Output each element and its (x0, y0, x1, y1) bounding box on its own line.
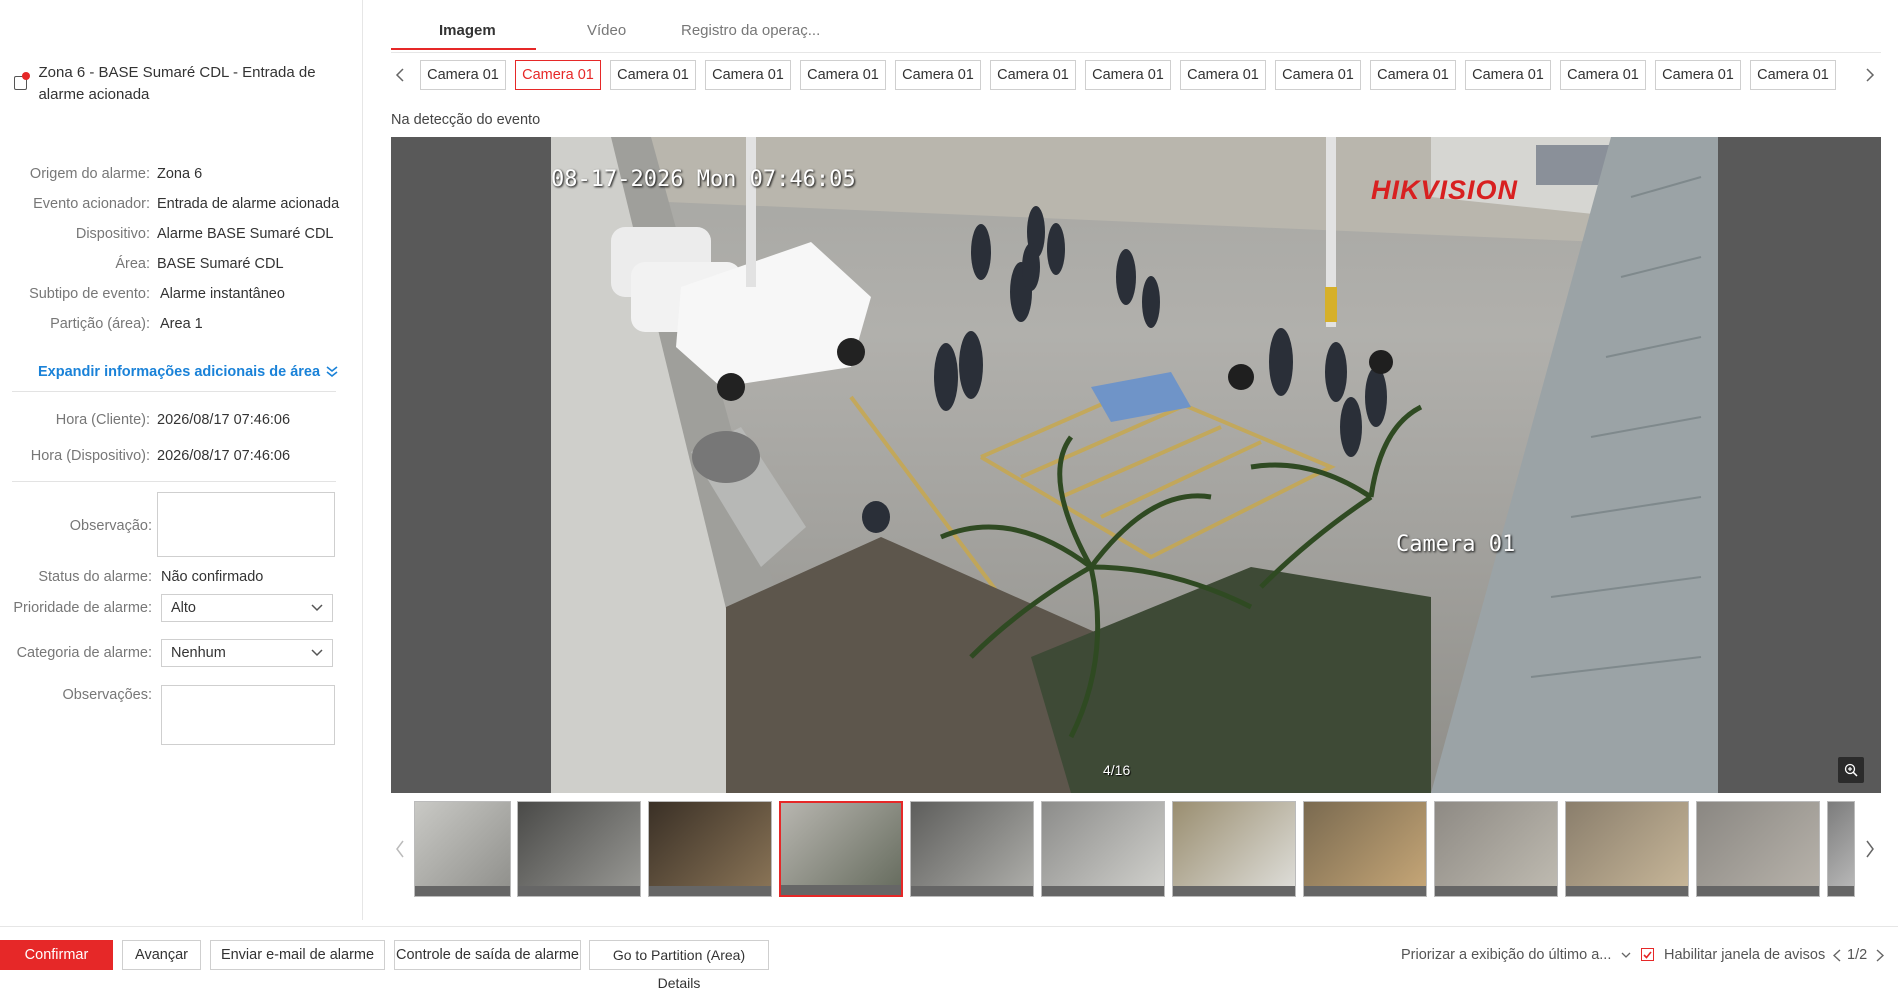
category-row: Categoria de alarme: Nenhum (0, 639, 345, 667)
zoom-in-button[interactable] (1838, 757, 1864, 783)
thumbnail-active[interactable] (779, 801, 903, 897)
chevron-left-icon[interactable] (1833, 949, 1841, 962)
chevron-down-icon (311, 604, 323, 612)
page-indicator: 1/2 (1847, 947, 1868, 963)
thumbnail[interactable] (910, 801, 1034, 897)
priority-row: Prioridade de alarme: Alto (0, 594, 345, 622)
camera-selector: Camera 01 Camera 01 Camera 01 Camera 01 … (391, 60, 1881, 92)
checkmark-icon (1643, 950, 1652, 959)
detail-row-area: Área: BASE Sumaré CDL (115, 256, 284, 272)
tab-operation-log[interactable]: Registro da operaç... (681, 22, 820, 39)
detection-label: Na detecção do evento (391, 112, 541, 128)
remarks-input[interactable] (161, 685, 335, 745)
divider (12, 391, 336, 392)
chevron-left-icon[interactable] (395, 68, 405, 82)
thumbnail[interactable] (1303, 801, 1427, 897)
alarm-title-text: Zona 6 - BASE Sumaré CDL - Entrada de al… (38, 64, 316, 103)
alarm-status-value: Não confirmado (161, 569, 264, 585)
camera-button[interactable]: Camera 01 (990, 60, 1076, 90)
camera-button[interactable]: Camera 01 (610, 60, 696, 90)
chevron-left-icon[interactable] (395, 840, 405, 858)
detail-row-partition: Partição (área): Area 1 (50, 316, 203, 332)
camera-button[interactable]: Camera 01 (800, 60, 886, 90)
chevron-right-icon[interactable] (1876, 949, 1884, 962)
alarm-output-control-button[interactable]: Controle de saída de alarme (394, 940, 581, 970)
send-alarm-email-button[interactable]: Enviar e-mail de alarme (210, 940, 385, 970)
camera-button[interactable]: Camera 01 (1180, 60, 1266, 90)
camera-button[interactable]: Camera 01 (1560, 60, 1646, 90)
alarm-title: Zona 6 - BASE Sumaré CDL - Entrada de al… (14, 62, 344, 106)
camera-snapshot: 08-17-2026 Mon 07:46:05 HIKVISION Camera… (551, 137, 1718, 793)
enable-popup-label: Habilitar janela de avisos (1664, 947, 1826, 963)
time-row-client: Hora (Cliente): 2026/08/17 07:46:06 (55, 412, 291, 428)
detail-row-device: Dispositivo: Alarme BASE Sumaré CDL (75, 226, 334, 242)
thumbnail[interactable] (648, 801, 772, 897)
media-panel: Imagem Vídeo Registro da operaç... Camer… (363, 0, 1898, 920)
thumbnail[interactable] (1041, 801, 1165, 897)
snapshot-timestamp: 08-17-2026 Mon 07:46:05 (551, 167, 856, 192)
chevron-right-icon[interactable] (1865, 68, 1875, 82)
detail-row-event: Evento acionador: Entrada de alarme acion… (33, 196, 340, 212)
divider (12, 481, 336, 482)
enable-popup-checkbox[interactable] (1641, 948, 1654, 961)
remarks-row: Observações: (0, 685, 345, 745)
camera-button[interactable]: Camera 01 (420, 60, 506, 90)
media-tabs: Imagem Vídeo Registro da operaç... (391, 0, 1881, 53)
alarm-input-icon (14, 72, 30, 90)
chevron-right-icon[interactable] (1865, 840, 1875, 858)
detail-row-origin: Origem do alarme: Zona 6 (29, 166, 203, 182)
tab-video[interactable]: Vídeo (587, 22, 626, 39)
category-select[interactable]: Nenhum (161, 639, 333, 667)
camera-button[interactable]: Camera 01 (1465, 60, 1551, 90)
expand-area-info-link[interactable]: Expandir informações adicionais de área (38, 364, 339, 380)
camera-button[interactable]: Camera 01 (1655, 60, 1741, 90)
advance-button[interactable]: Avançar (122, 940, 201, 970)
thumbnail[interactable] (1696, 801, 1820, 897)
thumbnail[interactable] (517, 801, 641, 897)
confirm-button[interactable]: Confirmar (0, 940, 113, 970)
alarm-details-panel: Zona 6 - BASE Sumaré CDL - Entrada de al… (0, 0, 363, 920)
observation-row: Observação: (0, 492, 345, 557)
display-priority-dropdown[interactable]: Priorizar a exibição do último a... (1401, 947, 1631, 963)
camera-brand-logo: HIKVISION (1371, 175, 1519, 205)
chevron-down-icon (1621, 952, 1631, 958)
double-chevron-down-icon (326, 366, 338, 378)
thumbnail[interactable] (1434, 801, 1558, 897)
image-viewer[interactable]: 08-17-2026 Mon 07:46:05 HIKVISION Camera… (391, 137, 1881, 793)
thumbnail[interactable] (1827, 801, 1855, 897)
camera-button[interactable]: Camera 01 (1275, 60, 1361, 90)
thumbnail[interactable] (414, 801, 511, 897)
thumbnail[interactable] (1172, 801, 1296, 897)
zoom-in-icon (1844, 763, 1858, 777)
active-tab-indicator (391, 48, 536, 50)
camera-button[interactable]: Camera 01 (1085, 60, 1171, 90)
partition-details-button[interactable]: Go to Partition (Area) Details (589, 940, 769, 991)
observation-input[interactable] (157, 492, 335, 557)
status-row: Status do alarme: Não confirmado (38, 569, 264, 585)
camera-button[interactable]: Camera 01 (1370, 60, 1456, 90)
camera-button-active[interactable]: Camera 01 (515, 60, 601, 90)
camera-button[interactable]: Camera 01 (705, 60, 791, 90)
detail-row-subtype: Subtipo de evento: Alarme instantâneo (29, 286, 285, 302)
thumbnail[interactable] (1565, 801, 1689, 897)
camera-button[interactable]: Camera 01 (895, 60, 981, 90)
time-row-device: Hora (Dispositivo): 2026/08/17 07:46:06 (30, 448, 291, 464)
image-counter: 4/16 (1103, 762, 1131, 778)
camera-button[interactable]: Camera 01 (1750, 60, 1836, 90)
chevron-down-icon (311, 649, 323, 657)
priority-select[interactable]: Alto (161, 594, 333, 622)
action-footer: Confirmar Avançar Enviar e-mail de alarm… (0, 926, 1898, 991)
thumbnail-strip (391, 800, 1881, 898)
tab-image[interactable]: Imagem (439, 22, 496, 39)
snapshot-camera-name: Camera 01 (1396, 532, 1516, 557)
snapshot-scene (551, 137, 1718, 793)
